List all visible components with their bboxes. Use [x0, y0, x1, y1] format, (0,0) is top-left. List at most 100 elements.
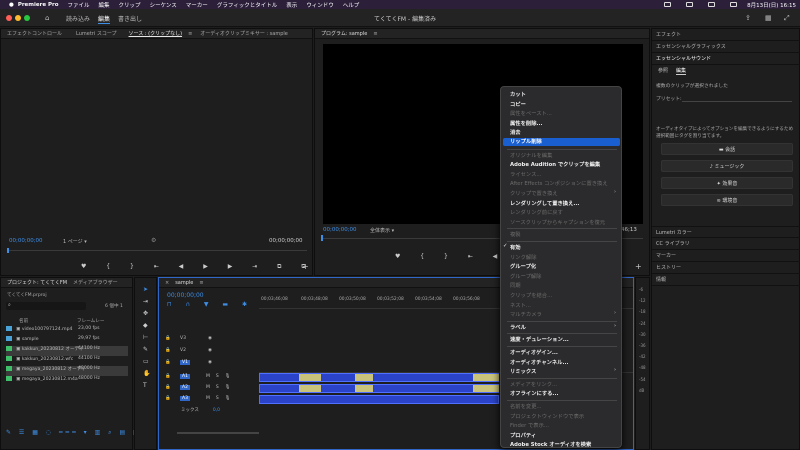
menu-item[interactable]: プロパティ [510, 431, 536, 439]
search-icon[interactable] [708, 2, 716, 7]
panel-essential-graphics[interactable]: エッセンシャルグラフィックス [652, 41, 800, 53]
menu-item[interactable]: オーディオチャンネル... [510, 358, 568, 366]
mix-track[interactable]: ミックス 0,0 [181, 407, 279, 417]
eye-icon[interactable]: ◉ [208, 336, 212, 341]
menu-item[interactable]: グループ化 [510, 262, 536, 270]
wifi-icon[interactable] [686, 2, 694, 7]
control-center-icon[interactable] [730, 2, 738, 7]
zoom-window-button[interactable] [24, 15, 30, 21]
audio-clip-a1[interactable] [259, 373, 499, 382]
apple-icon[interactable]: ● [9, 2, 14, 8]
panel-info[interactable]: 情報 [652, 274, 800, 286]
tab-edit-sound[interactable]: 編集 [676, 67, 687, 75]
tab-effect-controls[interactable]: エフェクトコントロール [7, 30, 62, 37]
program-add-button-icon[interactable]: + [635, 262, 642, 271]
track-header-v3[interactable]: 🔒 V3 ◉ [165, 336, 263, 346]
panel-markers[interactable]: マーカー [652, 250, 800, 262]
lock-icon[interactable]: 🔒 [165, 385, 171, 390]
menu-item[interactable]: ラベル › [510, 323, 616, 331]
mute-button[interactable]: M [206, 385, 210, 390]
tab-media-browser[interactable]: メディアブラウザー [73, 279, 118, 286]
lock-icon[interactable]: 🔒 [165, 348, 171, 353]
column-framerate[interactable]: フレームレー [77, 318, 104, 324]
razor-icon[interactable]: ◆ [143, 322, 148, 329]
mute-button[interactable]: M [206, 374, 210, 379]
mic-icon[interactable]: 🎙 [225, 396, 231, 401]
tab-source[interactable]: ソース : (クリップなし) [129, 30, 183, 37]
tab-import[interactable]: 読み込み [66, 14, 90, 23]
audio-clip-a3[interactable] [259, 395, 499, 404]
audio-clip-segment[interactable] [355, 385, 373, 392]
preset-select[interactable] [682, 93, 792, 102]
menu-item[interactable]: 消去 [510, 128, 521, 136]
list-item[interactable]: ▣ megaya_20230812 オーディ 48000 Hz [6, 366, 128, 376]
column-name[interactable]: 名前 [19, 318, 28, 324]
eye-icon[interactable]: ◉ [208, 360, 212, 365]
menu-item[interactable]: リミックス › [510, 367, 616, 375]
mute-button[interactable]: M [206, 396, 210, 401]
menu-sequence[interactable]: シーケンス [150, 1, 177, 9]
ripple-edit-icon[interactable]: ✥ [143, 310, 148, 317]
timeline-zoom-bar[interactable] [177, 432, 259, 434]
track-header-v2[interactable]: 🔒 V2 ◉ [165, 348, 263, 358]
dialogue-button[interactable]: ▬ 会話 [661, 143, 793, 155]
project-footer-tools[interactable]: ✎ ☰ ▦ ◌ ━━━ ▾ ▥ ⌕ ▤ ▣ [6, 429, 142, 437]
panel-essential-sound[interactable]: エッセンシャルサウンド [652, 53, 800, 65]
fullscreen-icon[interactable]: ⤢ [784, 14, 790, 23]
tab-audio-clip-mixer[interactable]: オーディオクリップミキサー : sample [200, 30, 288, 37]
wrench-icon[interactable]: ⚙ [151, 237, 156, 244]
eye-icon[interactable]: ◉ [208, 348, 212, 353]
track-header-a3[interactable]: 🔒 A3 M S 🎙 [165, 396, 263, 406]
menu-item[interactable]: Adobe Stock オーディオを検索 [510, 440, 591, 448]
close-window-button[interactable] [6, 15, 12, 21]
lock-icon[interactable]: 🔒 [165, 336, 171, 341]
menu-item[interactable]: レンダリングして置き換え... [510, 199, 579, 207]
tab-browse[interactable]: 参照 [658, 67, 668, 74]
lock-icon[interactable]: 🔒 [165, 374, 171, 379]
audio-clip-a2[interactable] [259, 384, 499, 393]
menu-item[interactable]: オーディオゲイン... [510, 348, 558, 356]
add-button-icon[interactable]: + [302, 262, 309, 271]
solo-button[interactable]: S [216, 385, 219, 390]
menu-graphics[interactable]: グラフィックとタイトル [217, 1, 277, 9]
timeline-tab[interactable]: sample [175, 280, 193, 286]
type-icon[interactable]: T [143, 382, 147, 389]
pen-icon[interactable]: ✎ [143, 346, 148, 353]
solo-button[interactable]: S [216, 374, 219, 379]
menu-view[interactable]: 表示 [286, 1, 297, 9]
source-transport-controls[interactable]: ♥ { } ⇤ ◀ ▶ ▶ ⇥ ⧉ ⧉ ◉ [81, 263, 340, 271]
timeline-tools[interactable]: ⊓ ∩ ▼ ▬ ✱ [167, 301, 253, 308]
slip-icon[interactable]: ⊢ [143, 334, 148, 341]
menu-help[interactable]: ヘルプ [343, 1, 360, 9]
audio-clip-segment[interactable] [355, 374, 373, 381]
panel-menu-icon[interactable]: ≡ [188, 31, 192, 37]
source-timecode[interactable]: 00;00;00;00 [9, 238, 43, 244]
hand-icon[interactable]: ✋ [143, 370, 150, 377]
source-scrubber[interactable] [7, 250, 307, 251]
panel-lumetri-color[interactable]: Lumetri カラー [652, 226, 800, 238]
workspace-icon[interactable]: ▦ [765, 14, 772, 22]
menu-item[interactable]: オフラインにする... [510, 389, 558, 397]
battery-icon[interactable] [664, 2, 672, 7]
tab-edit[interactable]: 編集 [98, 14, 111, 24]
mix-value[interactable]: 0,0 [213, 408, 220, 413]
project-search-input[interactable]: ⌕ [6, 302, 86, 310]
minimize-window-button[interactable] [15, 15, 21, 21]
menu-item[interactable]: リップル削除 [503, 138, 620, 146]
lock-icon[interactable]: 🔒 [165, 360, 171, 365]
sfx-button[interactable]: ✦ 効果音 [661, 177, 793, 189]
program-playhead[interactable] [321, 235, 323, 241]
list-item[interactable]: ▣ megaya_20230812.m4a 48000 Hz [6, 376, 128, 386]
mic-icon[interactable]: 🎙 [225, 385, 231, 390]
ambience-button[interactable]: ≋ 環境音 [661, 194, 793, 206]
list-item[interactable]: ▣ kakkun_20230812.wfc 44100 Hz [6, 356, 128, 366]
program-title[interactable]: プログラム: sample [321, 30, 367, 37]
program-timecode[interactable]: 00;00;00;00 [323, 227, 357, 233]
selection-tool-icon[interactable]: ➤ [143, 286, 148, 293]
music-button[interactable]: ♪ ミュージック [661, 160, 793, 172]
source-fit-select[interactable]: 1 ページ ▾ [63, 238, 87, 245]
home-icon[interactable]: ⌂ [45, 14, 49, 22]
audio-clip-segment[interactable] [299, 385, 321, 392]
menu-marker[interactable]: マーカー [186, 1, 208, 9]
menu-item[interactable]: カット [510, 90, 526, 98]
